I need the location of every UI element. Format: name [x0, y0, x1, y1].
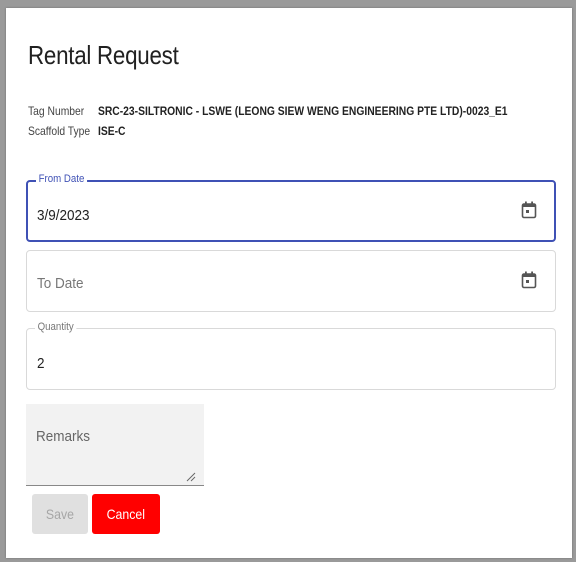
tag-number-value: SRC-23-SILTRONIC - LSWE (LEONG SIEW WENG… [97, 104, 508, 118]
scaffold-type-row: Scaffold Type ISE-C [28, 124, 125, 138]
scaffold-type-value: ISE-C [97, 124, 126, 138]
cancel-button[interactable]: Cancel [92, 494, 160, 534]
tag-number-row: Tag Number SRC-23-SILTRONIC - LSWE (LEON… [28, 104, 508, 118]
quantity-value[interactable]: 2 [37, 355, 45, 372]
quantity-label: Quantity [35, 321, 77, 333]
calendar-icon[interactable] [521, 271, 537, 289]
to-date-placeholder[interactable]: To Date [37, 275, 84, 292]
rental-request-dialog: Rental Request Tag Number SRC-23-SILTRON… [6, 8, 572, 558]
scaffold-type-label: Scaffold Type [28, 124, 91, 138]
cancel-button-label: Cancel [106, 506, 146, 522]
quantity-field[interactable]: Quantity 2 [26, 321, 556, 390]
remarks-textarea[interactable]: Remarks [26, 404, 204, 486]
save-button[interactable]: Save [32, 494, 88, 534]
save-button-label: Save [45, 506, 75, 522]
dialog-title: Rental Request [28, 40, 179, 70]
calendar-icon[interactable] [521, 201, 537, 219]
from-date-field[interactable]: From Date 3/9/2023 [26, 173, 556, 242]
from-date-value[interactable]: 3/9/2023 [37, 207, 90, 224]
from-date-label: From Date [36, 173, 88, 185]
resize-handle-icon[interactable] [184, 470, 196, 482]
remarks-placeholder[interactable]: Remarks [36, 428, 90, 445]
tag-number-label: Tag Number [28, 104, 85, 118]
to-date-field[interactable]: To Date [26, 250, 556, 312]
